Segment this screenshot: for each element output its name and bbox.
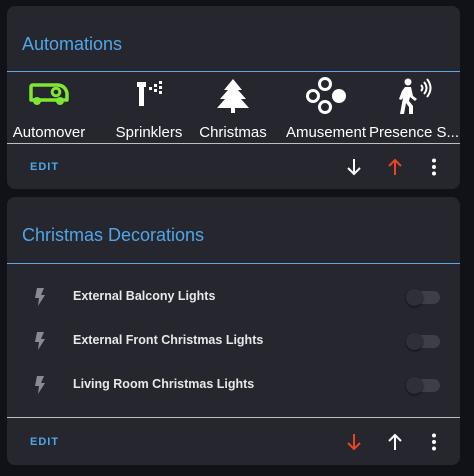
- christmas-move-up-button[interactable]: [384, 431, 406, 453]
- automations-card: Automations Automover Sprinklers Christm…: [7, 6, 460, 189]
- automation-tile-christmas[interactable]: Christmas: [187, 76, 279, 146]
- entity-row-balcony: External Balcony Lights: [7, 280, 460, 314]
- christmas-edit-button[interactable]: EDIT: [30, 436, 59, 448]
- christmas-card-title: Christmas Decorations: [22, 225, 205, 245]
- christmas-title-divider: [7, 263, 460, 264]
- scatter-plot-icon: [280, 76, 372, 114]
- automation-tile-label: Automover: [12, 124, 86, 141]
- robot-mower-icon: [7, 76, 95, 108]
- automation-tile-label: Sprinklers: [115, 124, 183, 141]
- automation-tile-amusement[interactable]: Amusement: [280, 76, 372, 146]
- automations-card-title: Automations: [22, 34, 123, 54]
- entity-row-label: Living Room Christmas Lights: [73, 377, 255, 391]
- christmas-more-menu-button[interactable]: [423, 431, 445, 453]
- lightning-bolt-icon: [33, 331, 47, 356]
- entity-row-front: External Front Christmas Lights: [7, 324, 460, 358]
- christmas-decorations-card: Christmas Decorations External Balcony L…: [7, 197, 460, 465]
- automation-tile-sprinklers[interactable]: Sprinklers: [103, 76, 195, 146]
- toggle-knob: [406, 377, 423, 394]
- christmas-footer-divider: [7, 417, 460, 418]
- more-vertical-icon: [423, 156, 445, 178]
- automations-edit-button[interactable]: EDIT: [30, 161, 59, 173]
- automations-move-up-button[interactable]: [384, 156, 406, 178]
- sprinkler-icon: [103, 76, 195, 112]
- automations-title-divider: [7, 71, 460, 72]
- entity-row-label: External Balcony Lights: [73, 289, 216, 303]
- arrow-up-icon: [384, 156, 406, 178]
- motion-sensor-icon: [368, 76, 460, 116]
- automation-tile-label: Amusement: [285, 124, 367, 141]
- pine-tree-icon: [187, 76, 279, 114]
- toggle-switch-front[interactable]: [406, 333, 440, 350]
- lightning-bolt-icon: [33, 287, 47, 312]
- automation-tile-automover[interactable]: Automover: [7, 76, 95, 146]
- automations-move-down-button[interactable]: [343, 156, 365, 178]
- arrow-down-icon: [343, 431, 365, 453]
- toggle-switch-living-room[interactable]: [406, 377, 440, 394]
- toggle-switch-balcony[interactable]: [406, 289, 440, 306]
- arrow-down-icon: [343, 156, 365, 178]
- entity-row-living-room: Living Room Christmas Lights: [7, 368, 460, 402]
- automations-footer-divider: [7, 143, 460, 144]
- christmas-move-down-button[interactable]: [343, 431, 365, 453]
- automation-tile-presence[interactable]: Presence S...: [368, 76, 460, 146]
- automation-tile-label: Christmas: [199, 124, 267, 141]
- entity-row-label: External Front Christmas Lights: [73, 333, 264, 347]
- arrow-up-icon: [384, 431, 406, 453]
- toggle-knob: [406, 289, 423, 306]
- lightning-bolt-icon: [33, 375, 47, 400]
- more-vertical-icon: [423, 431, 445, 453]
- automation-tile-label: Presence S...: [368, 124, 460, 141]
- automations-more-menu-button[interactable]: [423, 156, 445, 178]
- toggle-knob: [406, 333, 423, 350]
